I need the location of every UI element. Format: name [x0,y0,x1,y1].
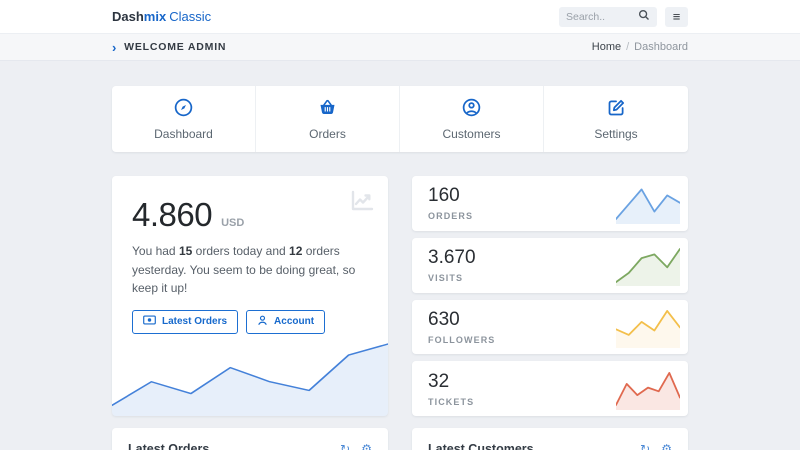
card-options: ↻ ⚙ [340,443,372,450]
main-content: Dashboard Orders Customers [0,61,800,450]
app-logo[interactable]: DashmixClassic [112,9,211,24]
page-heading-bar: › WELCOME ADMIN Home / Dashboard [0,34,800,61]
logo-suffix: Classic [169,9,211,24]
card-options: ↻ ⚙ [640,443,672,450]
nav-card-label: Orders [309,127,346,141]
tickets-sparkline [616,368,680,410]
earnings-actions: Latest Orders Account [132,310,368,334]
stat-label: ORDERS [428,211,473,221]
breadcrumb: Home / Dashboard [592,41,688,53]
account-button-label: Account [274,316,314,327]
breadcrumb-separator: / [626,41,629,53]
money-icon [143,315,156,328]
latest-customers-card-header: Latest Customers ↻ ⚙ [412,428,688,450]
latest-orders-button-label: Latest Orders [162,316,227,327]
search-box[interactable] [559,7,657,27]
stat-label: VISITS [428,273,476,283]
visits-sparkline [616,244,680,286]
stat-text: 630 FOLLOWERS [428,309,495,345]
stat-value: 32 [428,371,474,393]
user-circle-icon [461,97,482,118]
earnings-amount-row: 4.860 USD [132,196,368,234]
stat-label: TICKETS [428,397,474,407]
orders-yesterday-count: 12 [289,244,302,258]
earnings-overview-card: 4.860 USD You had 15 orders today and 12… [112,176,388,416]
card-title: Latest Customers [428,442,534,450]
breadcrumb-current: Dashboard [634,41,688,53]
refresh-icon[interactable]: ↻ [340,443,350,450]
latest-orders-button[interactable]: Latest Orders [132,310,238,334]
stat-value: 160 [428,185,473,207]
stat-card-tickets[interactable]: 32 TICKETS [412,361,688,416]
breadcrumb-home-link[interactable]: Home [592,41,621,53]
account-button[interactable]: Account [246,310,325,334]
stat-value: 630 [428,309,495,331]
chevron-right-icon: › [112,41,117,54]
bottom-cards-row: Latest Orders ↻ ⚙ Latest Customers ↻ ⚙ [112,428,688,450]
orders-sparkline [616,182,680,224]
earnings-amount: 4.860 [132,196,212,234]
stat-value: 3.670 [428,247,476,269]
edit-icon [606,97,627,118]
logo-regular-part: mix [144,9,166,24]
compass-icon [173,97,194,118]
stat-card-visits[interactable]: 3.670 VISITS [412,238,688,293]
welcome-text: WELCOME ADMIN [124,41,226,53]
nav-card-settings[interactable]: Settings [544,86,688,152]
dashboard-main-row: 4.860 USD You had 15 orders today and 12… [112,176,688,416]
nav-card-orders[interactable]: Orders [256,86,400,152]
stat-text: 3.670 VISITS [428,247,476,283]
header-actions: ≡ [559,7,688,27]
earnings-message: You had 15 orders today and 12 orders ye… [132,242,368,298]
nav-card-label: Dashboard [154,127,213,141]
gear-icon[interactable]: ⚙ [361,443,372,450]
search-icon[interactable] [638,8,650,26]
menu-toggle-button[interactable]: ≡ [665,7,688,27]
earnings-body: 4.860 USD You had 15 orders today and 12… [112,176,388,334]
stat-text: 32 TICKETS [428,371,474,407]
latest-customers-card: Latest Customers ↻ ⚙ [412,428,688,450]
refresh-icon[interactable]: ↻ [640,443,650,450]
latest-orders-card: Latest Orders ↻ ⚙ [112,428,388,450]
stat-card-followers[interactable]: 630 FOLLOWERS [412,300,688,355]
orders-today-count: 15 [179,244,192,258]
stat-text: 160 ORDERS [428,185,473,221]
menu-icon: ≡ [673,10,681,23]
logo-bold-part: Dash [112,9,144,24]
top-header: DashmixClassic ≡ [0,0,800,34]
nav-card-customers[interactable]: Customers [400,86,544,152]
earnings-currency: USD [221,217,244,229]
followers-sparkline [616,306,680,348]
earnings-area-chart [112,334,388,416]
stats-column: 160 ORDERS 3.670 VISITS 630 FOLLOWERS [412,176,688,416]
latest-orders-card-header: Latest Orders ↻ ⚙ [112,428,388,450]
chart-trend-icon [350,190,374,217]
basket-icon [317,97,338,118]
welcome-heading: › WELCOME ADMIN [112,41,226,54]
shortcut-nav-row: Dashboard Orders Customers [112,86,688,152]
stat-label: FOLLOWERS [428,335,495,345]
gear-icon[interactable]: ⚙ [661,443,672,450]
search-input[interactable] [566,11,638,23]
nav-card-label: Customers [442,127,500,141]
person-icon [257,315,268,329]
stat-card-orders[interactable]: 160 ORDERS [412,176,688,231]
nav-card-label: Settings [594,127,637,141]
card-title: Latest Orders [128,442,209,450]
nav-card-dashboard[interactable]: Dashboard [112,86,256,152]
